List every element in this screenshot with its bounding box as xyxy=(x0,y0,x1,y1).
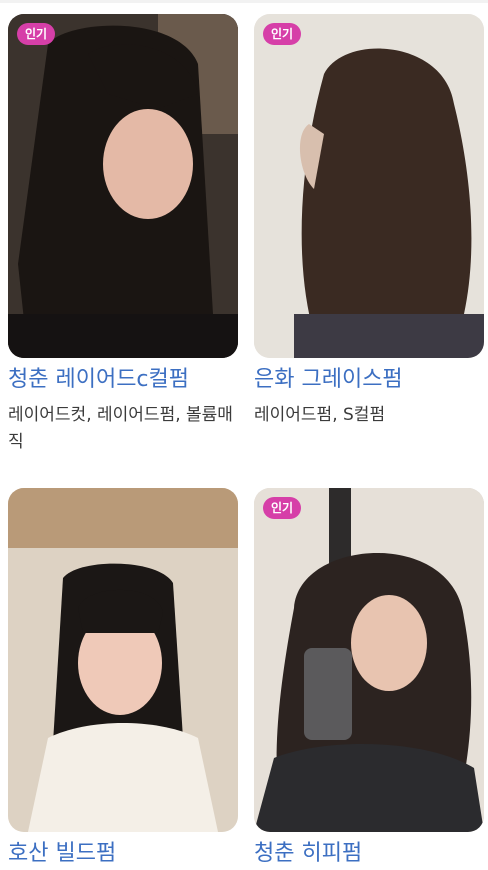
popular-badge: 인기 xyxy=(17,23,56,45)
hair-illustration xyxy=(8,488,238,832)
hairstyle-photo[interactable]: 인기 xyxy=(254,14,484,358)
hairstyle-title[interactable]: 청춘 히피펌 xyxy=(254,839,484,869)
hairstyle-photo[interactable]: 인기 xyxy=(8,14,238,358)
hairstyle-photo[interactable] xyxy=(8,488,238,832)
hairstyle-photo[interactable]: 인기 xyxy=(254,488,484,832)
hairstyle-card[interactable]: 호산 빌드펌 xyxy=(8,488,238,866)
hair-illustration xyxy=(8,14,238,358)
hairstyle-card[interactable]: 인기 청춘 히피펌 xyxy=(254,488,484,866)
hairstyle-title[interactable]: 은화 그레이스펌 xyxy=(254,365,484,395)
hair-illustration xyxy=(254,488,484,832)
hairstyle-title[interactable]: 청춘 레이어드c컬펌 xyxy=(8,365,238,395)
hairstyle-tags: 레이어드펌, S컬펌 xyxy=(254,405,386,425)
hair-illustration xyxy=(254,14,484,358)
hairstyle-title[interactable]: 호산 빌드펌 xyxy=(8,839,238,869)
popular-badge: 인기 xyxy=(263,23,302,45)
popular-badge: 인기 xyxy=(263,497,302,519)
hairstyle-tags: 레이어드컷, 레이어드펌, 볼륨매직 xyxy=(8,405,233,452)
hairstyle-card[interactable]: 인기 은화 그레이스펌 레이어드펌, S컬펌 xyxy=(254,14,484,425)
hairstyle-grid: 인기 청춘 레이어드c컬펌 레이어드컷, 레이어드펌, 볼륨매직 인기 은화 그… xyxy=(0,0,488,870)
hairstyle-card[interactable]: 인기 청춘 레이어드c컬펌 레이어드컷, 레이어드펌, 볼륨매직 xyxy=(8,14,238,452)
